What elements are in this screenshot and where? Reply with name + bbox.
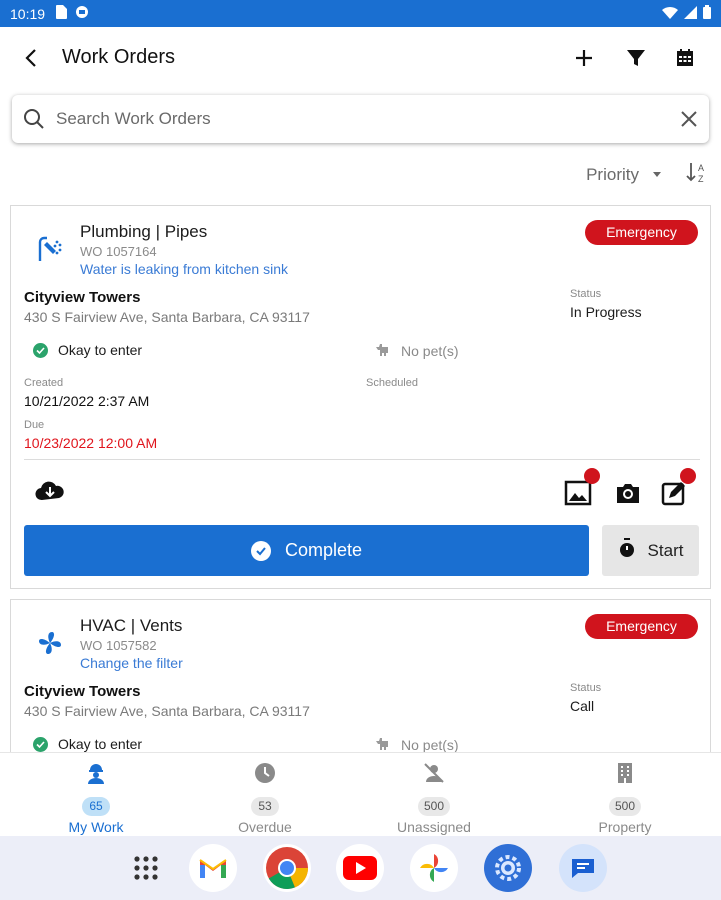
created-label: Created (24, 377, 64, 389)
tab-property[interactable]: 500 Property (540, 753, 710, 837)
wo-description: Change the filter (80, 655, 183, 671)
bottom-tab-bar: 65 My Work 53 Overdue 500 Unassigned 500… (0, 752, 721, 836)
search-icon (22, 107, 46, 131)
search-bar (12, 95, 709, 143)
sort-row: Priority AZ (586, 160, 709, 189)
calendar-icon[interactable] (670, 43, 700, 73)
pet-icon (375, 736, 391, 753)
tab-label: Overdue (238, 819, 292, 835)
status-label: Status (570, 682, 602, 694)
start-button[interactable]: Start (602, 525, 699, 576)
pets-info: No pet(s) (375, 736, 459, 753)
filter-icon[interactable] (621, 43, 651, 73)
chevron-down-icon (653, 172, 661, 177)
image-badge-dot (584, 468, 600, 484)
svg-text:Z: Z (698, 174, 704, 184)
pets-text: No pet(s) (401, 342, 459, 359)
worker-icon (84, 761, 108, 785)
wifi-icon (662, 6, 678, 22)
photos-icon[interactable] (410, 844, 458, 892)
due-value: 10/23/2022 12:00 AM (24, 435, 158, 451)
tab-label: Unassigned (397, 819, 471, 835)
complete-label: Complete (284, 540, 363, 560)
check-circle-icon (33, 342, 48, 358)
sort-order-icon[interactable]: AZ (685, 160, 709, 189)
signal-icon (684, 5, 697, 22)
tab-overdue[interactable]: 53 Overdue (180, 753, 350, 837)
building-icon (613, 761, 637, 785)
check-circle-icon (33, 736, 48, 752)
scheduled-label: Scheduled (366, 377, 418, 389)
priority-badge: Emergency (585, 614, 698, 639)
page-title: Work Orders (62, 46, 175, 68)
edit-badge-dot (680, 468, 696, 484)
app-dock (0, 836, 721, 900)
check-circle-icon (250, 540, 271, 561)
clock-icon (253, 761, 277, 785)
pets-text: No pet(s) (401, 736, 459, 753)
svg-text:A: A (698, 163, 704, 173)
property-address: 430 S Fairview Ave, Santa Barbara, CA 93… (24, 703, 310, 719)
property-name: Cityview Towers (24, 289, 141, 306)
wo-category: HVAC | Vents (80, 616, 183, 635)
settings-icon[interactable] (484, 844, 532, 892)
youtube-icon[interactable] (336, 844, 384, 892)
timer-icon (618, 538, 636, 563)
battery-icon (703, 5, 711, 22)
sort-dropdown[interactable]: Priority (586, 165, 661, 185)
tab-label: Property (598, 819, 652, 835)
status-bar: 10:19 (0, 0, 721, 27)
pets-info: No pet(s) (375, 342, 459, 359)
tab-unassigned[interactable]: 500 Unassigned (349, 753, 519, 837)
status-value: In Progress (570, 304, 642, 320)
back-arrow-icon[interactable] (18, 44, 46, 72)
status-time: 10:19 (10, 5, 46, 22)
sim-card-icon (55, 5, 68, 22)
pet-icon (375, 342, 391, 359)
tab-count: 500 (608, 797, 642, 816)
divider (24, 459, 700, 460)
tab-count: 53 (251, 797, 279, 816)
wo-number: WO 1057582 (80, 638, 157, 653)
notification-icon (75, 5, 89, 22)
add-icon[interactable] (569, 43, 599, 73)
entry-permission: Okay to enter (33, 736, 142, 752)
property-address: 430 S Fairview Ave, Santa Barbara, CA 93… (24, 309, 310, 325)
due-label: Due (24, 419, 45, 431)
property-name: Cityview Towers (24, 683, 141, 700)
entry-text: Okay to enter (58, 736, 143, 752)
messages-icon[interactable] (559, 844, 607, 892)
entry-permission: Okay to enter (33, 342, 142, 358)
complete-button[interactable]: Complete (24, 525, 589, 576)
person-off-icon (422, 761, 446, 785)
gmail-icon[interactable] (189, 844, 237, 892)
entry-text: Okay to enter (58, 342, 143, 358)
tab-my-work[interactable]: 65 My Work (11, 753, 181, 837)
status-value: Call (570, 698, 595, 714)
work-order-card[interactable]: Plumbing | Pipes WO 1057164 Water is lea… (10, 205, 711, 589)
search-input[interactable] (56, 105, 656, 133)
wo-category: Plumbing | Pipes (80, 222, 208, 241)
sort-label: Priority (586, 164, 639, 184)
camera-icon[interactable] (613, 478, 643, 508)
close-icon[interactable] (677, 107, 701, 131)
created-value: 10/21/2022 2:37 AM (24, 393, 150, 409)
cloud-download-icon[interactable] (34, 476, 64, 506)
start-label: Start (647, 540, 684, 560)
wo-number: WO 1057164 (80, 244, 157, 259)
wo-description: Water is leaking from kitchen sink (80, 261, 288, 277)
status-label: Status (570, 288, 602, 300)
app-drawer-icon[interactable] (122, 844, 170, 892)
work-order-card[interactable]: HVAC | Vents WO 1057582 Change the filte… (10, 599, 711, 759)
tab-count: 65 (82, 797, 110, 816)
tab-count: 500 (417, 797, 451, 816)
priority-badge: Emergency (585, 220, 698, 245)
fan-icon (35, 628, 65, 658)
shower-icon (35, 234, 65, 264)
tab-label: My Work (68, 819, 124, 835)
app-bar: Work Orders (0, 27, 721, 89)
chrome-icon[interactable] (263, 844, 311, 892)
